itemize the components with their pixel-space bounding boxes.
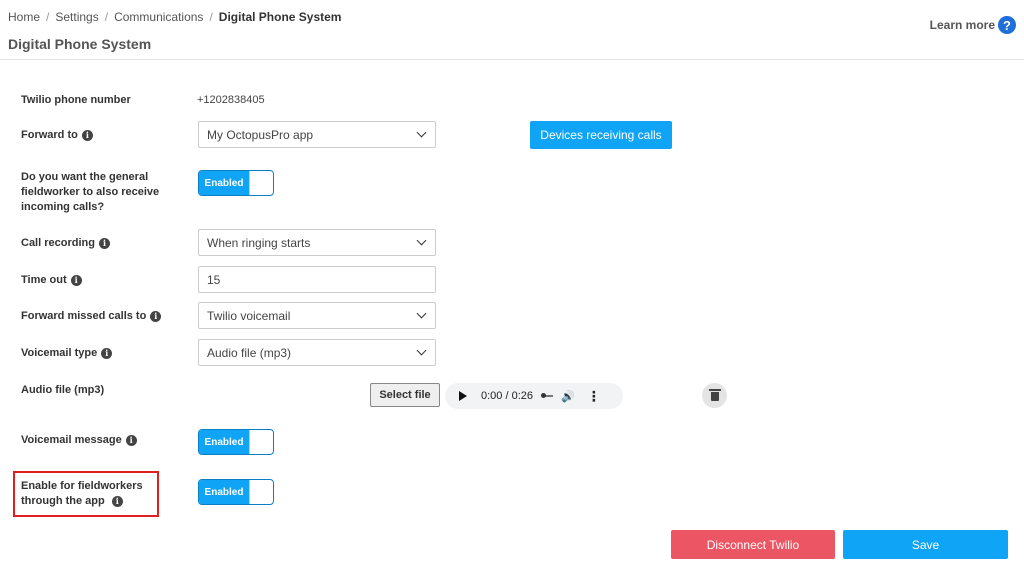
audio-file-label-text: Audio file (mp3): [21, 384, 105, 396]
call-recording-label-text: Call recording: [21, 237, 95, 249]
audio-progress-slider[interactable]: [541, 393, 553, 398]
time-out-label: Time out i: [21, 273, 82, 288]
breadcrumb-home[interactable]: Home: [8, 10, 40, 24]
toggle-knob: [249, 171, 273, 195]
chevron-down-icon: [416, 127, 427, 138]
chevron-down-icon: [416, 235, 427, 246]
breadcrumb-separator: /: [104, 10, 109, 24]
voicemail-type-selected: Audio file (mp3): [207, 345, 292, 360]
info-icon[interactable]: i: [98, 238, 110, 249]
toggle-enabled-label: Enabled: [199, 480, 249, 504]
voicemail-type-label: Voicemail type i: [21, 346, 113, 361]
breadcrumb-separator: /: [46, 10, 50, 24]
call-recording-select[interactable]: When ringing starts: [198, 229, 436, 256]
audio-time: 0:00 / 0:26: [481, 390, 533, 402]
toggle-enabled-label: Enabled: [199, 430, 249, 454]
call-recording-selected: When ringing starts: [207, 235, 311, 250]
learn-more-link[interactable]: Learn more ?: [930, 16, 1016, 34]
delete-audio-button[interactable]: [702, 383, 727, 408]
breadcrumb-separator: /: [209, 10, 213, 24]
breadcrumb-settings[interactable]: Settings: [55, 10, 98, 24]
breadcrumb: Home / Settings / Communications / Digital Pho…: [8, 10, 341, 24]
breadcrumb-current: Digital Phone System: [218, 10, 342, 24]
toggle-enabled-label: Enabled: [199, 171, 249, 195]
audio-player: 0:00 / 0:26 🔊 ⋮: [445, 383, 623, 409]
forward-missed-selected: Twilio voicemail: [207, 308, 291, 323]
twilio-number-value: +1202838405: [197, 94, 265, 106]
info-icon[interactable]: i: [125, 435, 137, 446]
info-icon[interactable]: i: [150, 311, 162, 322]
general-fieldworker-label: Do you want the general fieldworker to a…: [21, 170, 181, 215]
toggle-knob: [249, 480, 273, 504]
disconnect-twilio-button[interactable]: Disconnect Twilio: [671, 530, 835, 559]
forward-missed-label-text: Forward missed calls to: [21, 310, 147, 322]
general-fieldworker-toggle[interactable]: Enabled: [198, 170, 274, 196]
forward-to-label-text: Forward to: [21, 129, 78, 141]
devices-receiving-calls-button[interactable]: Devices receiving calls: [530, 121, 672, 149]
forward-to-select[interactable]: My OctopusPro app: [198, 121, 436, 148]
volume-icon[interactable]: 🔊: [561, 390, 575, 403]
call-recording-label: Call recording i: [21, 236, 110, 251]
voicemail-message-label: Voicemail message i: [21, 433, 137, 448]
audio-file-label: Audio file (mp3): [21, 383, 104, 398]
play-icon[interactable]: [459, 391, 467, 401]
toggle-knob: [249, 430, 273, 454]
question-circle-icon: ?: [998, 16, 1016, 34]
forward-to-label: Forward to i: [21, 128, 93, 143]
info-icon[interactable]: i: [101, 348, 113, 359]
info-icon[interactable]: i: [81, 130, 93, 141]
forward-missed-label: Forward missed calls to i: [21, 309, 162, 324]
chevron-down-icon: [416, 345, 427, 356]
voicemail-message-toggle[interactable]: Enabled: [198, 429, 274, 455]
more-options-icon[interactable]: ⋮: [587, 389, 601, 403]
forward-to-selected: My OctopusPro app: [207, 127, 314, 142]
save-button[interactable]: Save: [843, 530, 1008, 559]
trash-icon: [708, 389, 721, 401]
info-icon[interactable]: i: [111, 495, 123, 507]
chevron-down-icon: [416, 308, 427, 319]
enable-fieldworkers-label: Enable for fieldworkers through the app …: [21, 479, 157, 509]
enable-fieldworkers-toggle[interactable]: Enabled: [198, 479, 274, 505]
select-file-button[interactable]: Select file: [370, 383, 440, 407]
forward-missed-select[interactable]: Twilio voicemail: [198, 302, 436, 329]
voicemail-type-select[interactable]: Audio file (mp3): [198, 339, 436, 366]
page-title: Digital Phone System: [8, 36, 152, 52]
learn-more-label: Learn more: [929, 18, 995, 32]
time-out-input[interactable]: 15: [198, 266, 436, 293]
general-fieldworker-label-text: Do you want the general fieldworker to a…: [21, 171, 160, 213]
page-header: Home / Settings / Communications / Digital Pho…: [0, 0, 1024, 60]
voicemail-message-label-text: Voicemail message: [21, 434, 122, 446]
twilio-number-label-text: Twilio phone number: [21, 94, 131, 106]
time-out-label-text: Time out: [21, 274, 67, 286]
enable-fieldworkers-label-text: Enable for fieldworkers through the app: [21, 480, 143, 507]
voicemail-type-label-text: Voicemail type: [21, 347, 98, 359]
info-icon[interactable]: i: [70, 275, 82, 286]
breadcrumb-communications[interactable]: Communications: [114, 10, 203, 24]
twilio-number-label: Twilio phone number: [21, 93, 131, 108]
